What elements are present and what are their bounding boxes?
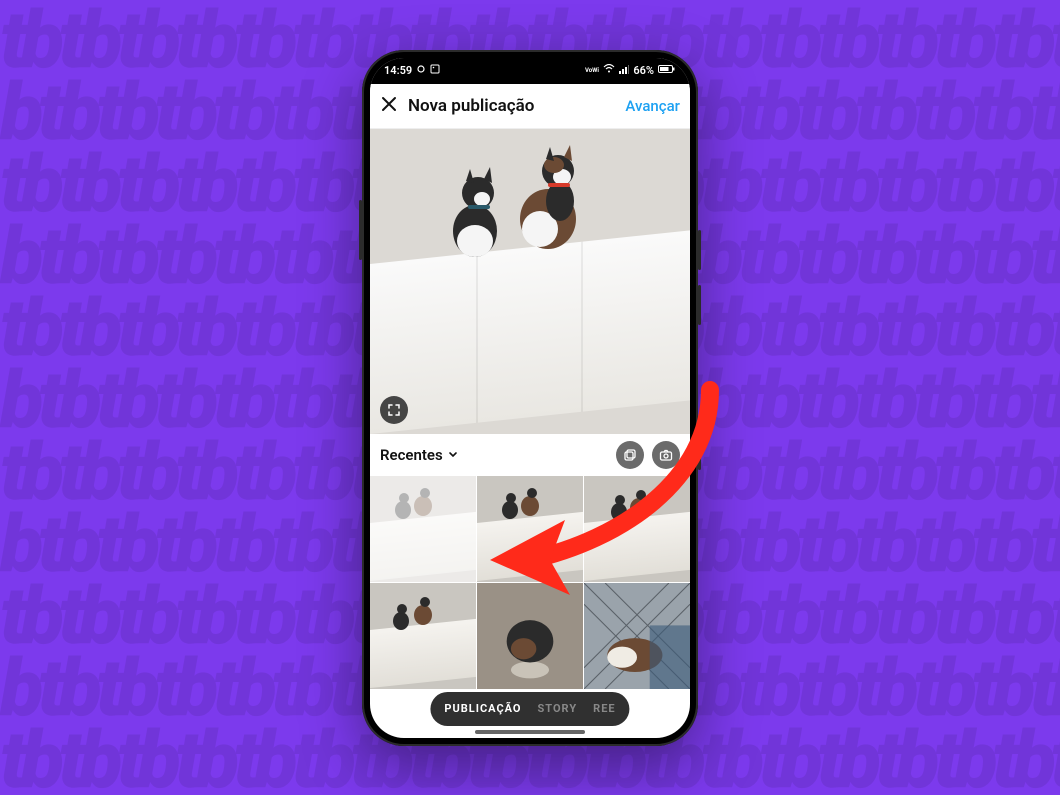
wifi-icon [603,64,615,77]
preview-image[interactable] [370,129,690,434]
status-battery-text: 66% [633,64,654,77]
gallery-source-dropdown[interactable]: Recentes [380,446,459,464]
open-camera-button[interactable] [652,441,680,469]
picture-icon [430,64,440,77]
gallery-thumb-3[interactable] [370,583,476,689]
battery-icon [658,64,676,77]
gallery-grid [370,476,690,689]
expand-crop-button[interactable] [380,396,408,424]
status-time: 14:59 [384,64,412,77]
page-title: Nova publicação [408,96,534,116]
gallery-thumb-2[interactable] [584,476,690,582]
gallery-thumb-0[interactable] [370,476,476,582]
phone-frame: 14:59 VoWiFi [362,50,698,746]
tab-reels[interactable]: REE [593,702,615,715]
vowifi-icon: VoWiFi [585,64,599,77]
gallery-thumb-1[interactable] [477,476,583,582]
select-multiple-button[interactable] [616,441,644,469]
post-type-tabs: PUBLICAÇÃO STORY REE [430,692,629,726]
svg-text:VoWiFi: VoWiFi [585,67,599,74]
gallery-source-bar: Recentes [370,434,690,476]
tab-publicacao[interactable]: PUBLICAÇÃO [444,702,521,715]
chevron-down-icon [447,446,459,464]
tab-story[interactable]: STORY [538,702,578,715]
camera-notch [521,54,539,72]
gallery-thumb-4[interactable] [477,583,583,689]
gallery-source-label: Recentes [380,446,443,464]
preview-subject-cat-1 [440,159,510,259]
android-nav-handle[interactable] [475,730,585,734]
gallery-thumb-5[interactable] [584,583,690,689]
signal-icon [619,64,629,77]
preview-subject-cat-2 [510,141,580,241]
app-header: Nova publicação Avançar [370,84,690,129]
next-button[interactable]: Avançar [625,97,680,115]
stage: tbtbtbtbtbtbtbtbtbtbtbtbtbtbtbtbtbtbtbtb… [0,0,1060,795]
phone-screen: 14:59 VoWiFi [370,58,690,738]
screenshot-icon [416,64,426,77]
close-button[interactable] [380,95,398,116]
